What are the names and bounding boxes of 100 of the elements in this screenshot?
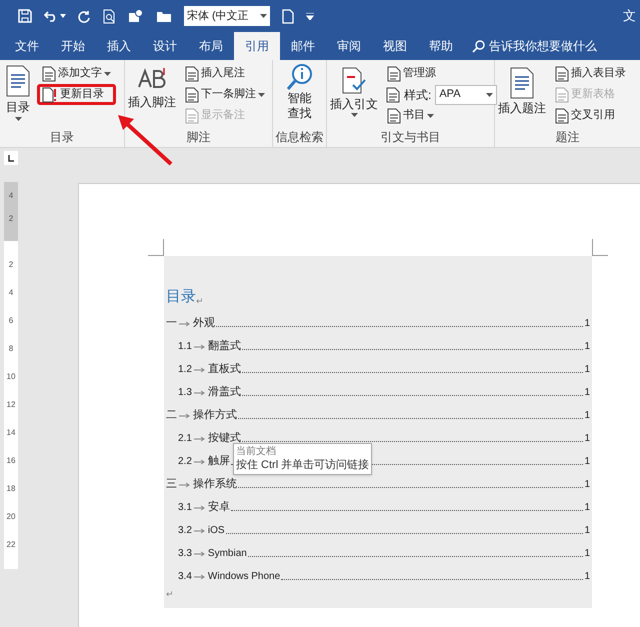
ribbon-button[interactable]: 插入尾注 xyxy=(180,63,270,84)
undo-icon[interactable] xyxy=(44,10,58,22)
tab-selector-icon[interactable] xyxy=(4,151,18,165)
ribbon-tab[interactable]: 开始 xyxy=(50,32,96,60)
tab-mark-icon xyxy=(194,367,206,373)
ruler-number: 20 xyxy=(6,513,16,521)
update-document-icon xyxy=(42,86,58,102)
insert-footnote-button[interactable]: 插入脚注 xyxy=(128,63,176,111)
tooltip-text: 按住 Ctrl 并单击可访问链接 xyxy=(236,458,370,473)
ribbon-tab[interactable]: 插入 xyxy=(96,32,142,60)
tab-mark-icon xyxy=(179,482,191,488)
page-number: 1 xyxy=(584,501,590,515)
ruler-number: 12 xyxy=(6,401,16,409)
style-label: 样式: xyxy=(404,86,432,104)
info-magnifier-icon xyxy=(286,63,314,91)
ruler-number: 18 xyxy=(6,485,16,493)
page-number: 1 xyxy=(584,340,590,354)
window-title: 文 xyxy=(623,7,636,26)
ruler-number: 4 xyxy=(8,192,14,200)
entry-number: 1.1 xyxy=(178,340,192,354)
caption-icon xyxy=(509,67,535,99)
ribbon-button[interactable]: 下一条脚注 xyxy=(180,84,270,105)
ribbon-button[interactable]: 交叉引用 xyxy=(550,105,631,126)
entry-number: 一 xyxy=(166,316,177,330)
ribbon-tab[interactable]: 视图 xyxy=(372,32,418,60)
ribbon-tab[interactable]: 设计 xyxy=(142,32,188,60)
page-number: 1 xyxy=(584,455,590,469)
ribbon-button[interactable]: 添加文字 xyxy=(37,63,116,84)
tell-me-field[interactable]: 告诉我你想要做什么 xyxy=(489,37,617,55)
ribbon-button[interactable]: 插入表目录 xyxy=(550,63,631,84)
ribbon-tab[interactable]: 审阅 xyxy=(326,32,372,60)
smart-lookup-button[interactable]: 智能 查找 xyxy=(276,63,323,121)
caret-icon xyxy=(350,113,358,117)
ruler-number: 6 xyxy=(8,317,14,325)
group-label: 引文与书目 xyxy=(380,129,440,146)
tab-mark-icon xyxy=(194,505,206,511)
entry-title[interactable]: 直板式 xyxy=(208,360,241,377)
page-number: 1 xyxy=(584,363,590,377)
tab-mark-icon xyxy=(194,574,206,580)
entry-title[interactable]: 翻盖式 xyxy=(208,338,241,354)
entry-number: 3.3 xyxy=(178,547,192,561)
document-icon xyxy=(555,86,569,102)
touch-mode-icon[interactable] xyxy=(128,9,144,23)
ribbon-tab[interactable]: 邮件 xyxy=(280,32,326,60)
tab-mark-icon xyxy=(194,436,206,442)
entry-title[interactable]: 操作方式 xyxy=(193,406,237,423)
caret-icon xyxy=(486,92,494,96)
entry-number: 3.4 xyxy=(178,570,192,584)
save-icon[interactable] xyxy=(18,9,32,23)
caret-icon xyxy=(258,92,265,96)
entry-title[interactable]: 外观 xyxy=(193,314,215,331)
page-number: 1 xyxy=(584,432,590,446)
entry-number: 2.2 xyxy=(178,455,192,469)
ribbon-button[interactable]: 更新目录 xyxy=(37,84,116,105)
crop-mark xyxy=(592,239,608,256)
ribbon-tab[interactable]: 文件 xyxy=(4,32,50,60)
entry-title[interactable]: 操作系统 xyxy=(193,476,237,492)
table-of-contents-icon xyxy=(5,65,31,97)
print-preview-icon[interactable] xyxy=(103,8,116,24)
redo-icon[interactable] xyxy=(78,10,91,22)
entry-title[interactable]: Symbian xyxy=(208,546,247,561)
tab-mark-icon xyxy=(194,528,206,534)
caret-icon[interactable] xyxy=(60,14,66,18)
new-document-icon[interactable] xyxy=(282,8,294,24)
citation-icon xyxy=(341,67,367,95)
folder-icon[interactable] xyxy=(156,10,172,22)
entry-title[interactable]: 安卓 xyxy=(208,498,230,515)
ruler-number: 4 xyxy=(8,289,14,297)
style-dropdown[interactable]: APA xyxy=(435,84,498,104)
page-number: 1 xyxy=(584,524,590,538)
entry-number: 1.2 xyxy=(178,363,192,377)
ribbon-tab[interactable]: 布局 xyxy=(188,32,234,60)
entry-title[interactable]: 触屏 xyxy=(208,452,230,469)
entry-title[interactable]: 滑盖式 xyxy=(208,384,241,400)
document-icon xyxy=(387,108,401,124)
font-dropdown[interactable]: 宋体 (中文正 xyxy=(184,6,270,26)
customize-toolbar-icon[interactable] xyxy=(306,12,314,20)
document-icon xyxy=(386,86,400,102)
ruler-number: 22 xyxy=(6,541,16,549)
entry-title[interactable]: Windows Phone xyxy=(208,569,280,584)
insert-citation-button[interactable]: 插入引文 xyxy=(330,63,378,117)
document-icon xyxy=(185,86,199,102)
document-icon xyxy=(387,66,401,82)
entry-number: 2.1 xyxy=(178,432,192,446)
entry-title[interactable]: iOS xyxy=(208,523,225,538)
ruler-number: 10 xyxy=(6,373,16,381)
ruler-number: 2 xyxy=(8,261,14,269)
group-label: 题注 xyxy=(556,129,580,146)
group-label: 信息检索 xyxy=(276,129,324,146)
document-icon xyxy=(555,108,569,124)
ribbon-tab[interactable]: 引用 xyxy=(234,32,280,60)
ruler-number: 2 xyxy=(8,215,14,223)
entry-number: 二 xyxy=(166,408,177,422)
caret-icon xyxy=(14,117,22,121)
entry-number: 1.3 xyxy=(178,386,192,400)
toc-button[interactable]: 目录 xyxy=(3,63,33,121)
entry-title[interactable]: 按键式 xyxy=(208,430,241,446)
page-number: 1 xyxy=(584,478,590,492)
entry-number: 3.1 xyxy=(178,501,192,515)
ribbon-tab[interactable]: 帮助 xyxy=(418,32,464,60)
